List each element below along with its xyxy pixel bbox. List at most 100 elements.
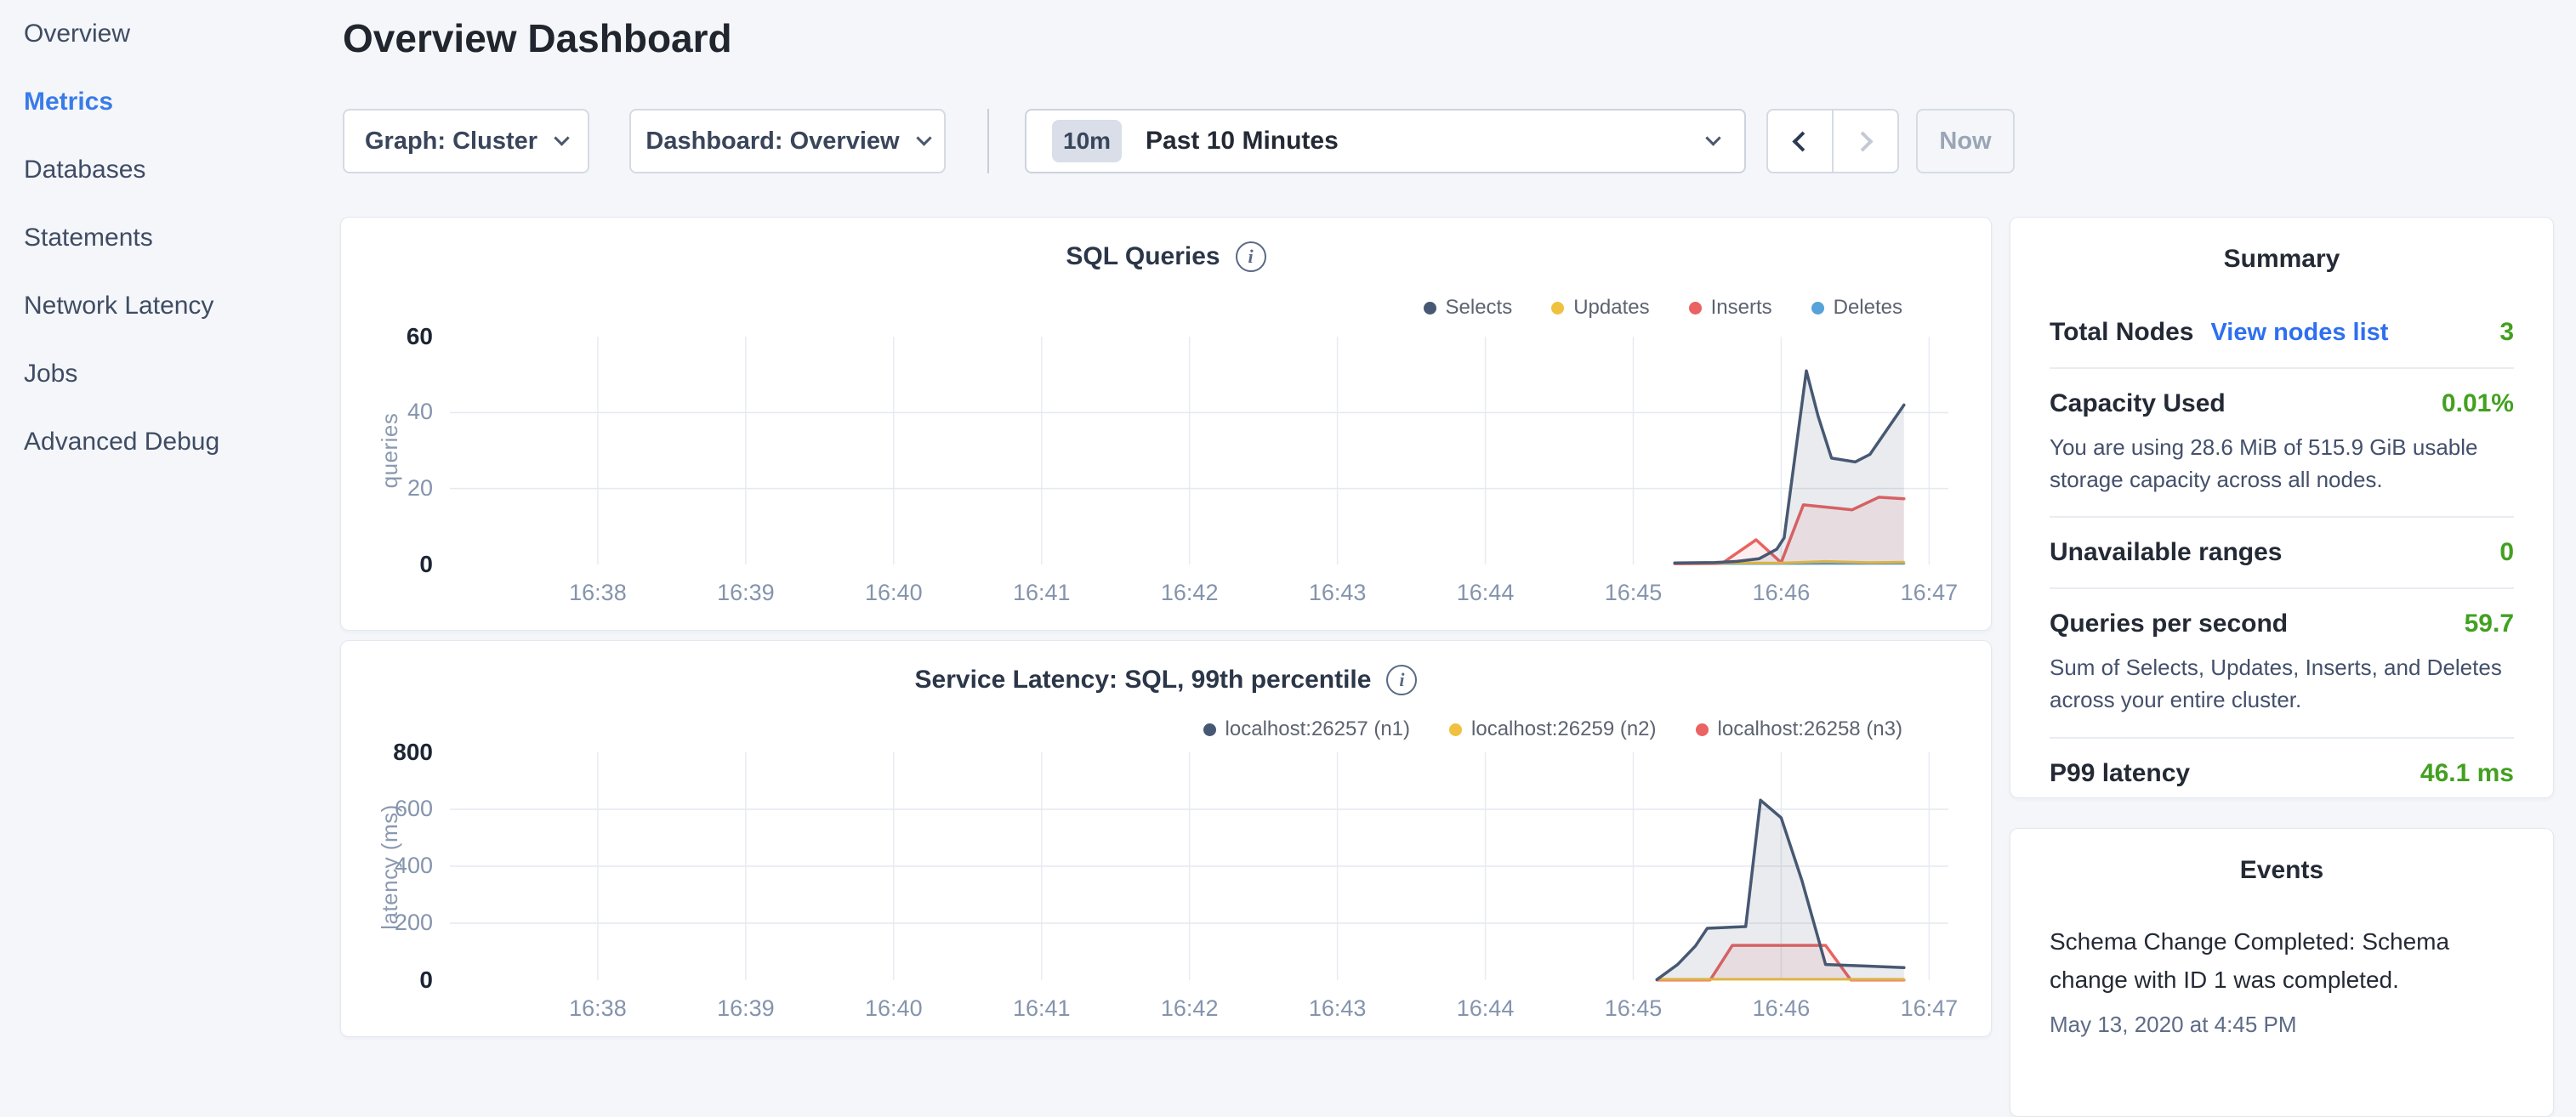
chevron-right-icon [1852,131,1873,151]
legend-label: localhost:26259 (n2) [1471,717,1656,741]
chart-title: SQL Queries [1066,242,1220,271]
summary-label: Unavailable ranges [2050,538,2282,567]
events-title: Events [2010,856,2553,885]
summary-row-total-nodes: Total Nodes View nodes list 3 [2050,298,2514,369]
legend-dot-icon [1811,302,1824,315]
legend-dot-icon [1696,723,1709,736]
time-range-selector[interactable]: 10m Past 10 Minutes [1025,109,1746,173]
summary-value: 0.01% [2442,389,2514,418]
summary-row-p99-latency: P99 latency 46.1 ms [2050,739,2514,808]
sidebar-item-databases[interactable]: Databases [24,136,317,204]
legend-dot-icon [1551,302,1564,315]
event-message: Schema Change Completed: Schema change w… [2050,922,2514,1000]
legend-label: Updates [1573,296,1649,320]
chart-canvas [450,337,1948,564]
time-range-badge: 10m [1052,120,1122,162]
legend-item: localhost:26258 (n3) [1696,717,1902,741]
summary-label: Total Nodes [2050,318,2193,347]
sidebar-item-jobs[interactable]: Jobs [24,340,317,408]
sql-queries-plot[interactable]: 16:3816:3916:4016:4116:4216:4316:4416:45… [450,337,1948,564]
legend-label: Deletes [1834,296,1902,320]
y-tick-label: 0 [356,551,433,578]
now-button[interactable]: Now [1916,109,2015,173]
sql-queries-chart-card: SQL Queries i Selects Updates Inserts Delet… [340,217,1992,631]
summary-value: 46.1 ms [2420,759,2514,788]
x-tick-label: 16:45 [1578,580,1689,606]
dashboard-dropdown-label: Dashboard: Overview [645,128,899,156]
prev-time-button[interactable] [1766,109,1833,173]
view-nodes-link[interactable]: View nodes list [2210,319,2388,347]
time-pager [1766,109,1899,173]
x-tick-label: 16:43 [1282,995,1393,1022]
summary-subtext: Sum of Selects, Updates, Inserts, and De… [2050,652,2514,716]
legend-dot-icon [1424,302,1436,315]
sidebar-item-advanced-debug[interactable]: Advanced Debug [24,408,317,476]
summary-subtext: You are using 28.6 MiB of 515.9 GiB usab… [2050,432,2514,496]
graph-dropdown[interactable]: Graph: Cluster [343,109,589,173]
y-tick-label: 0 [356,967,433,994]
legend-label: localhost:26258 (n3) [1718,717,1902,741]
y-axis-title: queries [377,357,404,544]
x-tick-label: 16:47 [1874,580,1984,606]
summary-label: Queries per second [2050,610,2288,638]
legend-dot-icon [1449,723,1462,736]
chevron-down-icon [916,130,931,145]
toolbar-divider [987,109,989,173]
chart-legend: Selects Updates Inserts Deletes [1424,296,1903,320]
now-button-label: Now [1939,128,1991,156]
info-icon[interactable]: i [1386,665,1417,695]
x-tick-label: 16:43 [1282,580,1393,606]
legend-item: Deletes [1811,296,1902,320]
summary-value: 59.7 [2465,610,2514,638]
x-tick-label: 16:41 [987,580,1097,606]
chart-legend: localhost:26257 (n1) localhost:26259 (n2)… [1203,717,1902,741]
x-tick-label: 16:42 [1134,580,1245,606]
y-tick-label: 40 [356,399,433,425]
x-tick-label: 16:38 [543,995,653,1022]
sidebar-nav: OverviewMetricsDatabasesStatementsNetwor… [24,0,317,476]
y-tick-label: 800 [356,739,433,766]
time-range-label: Past 10 Minutes [1146,127,1339,156]
y-tick-label: 200 [356,910,433,936]
x-tick-label: 16:42 [1134,995,1245,1022]
sidebar-item-statements[interactable]: Statements [24,204,317,272]
y-tick-label: 20 [356,475,433,502]
x-tick-label: 16:45 [1578,995,1689,1022]
service-latency-plot[interactable]: 16:3816:3916:4016:4116:4216:4316:4416:45… [450,752,1948,980]
y-tick-label: 400 [356,853,433,879]
legend-dot-icon [1203,723,1216,736]
legend-item: localhost:26257 (n1) [1203,717,1410,741]
chevron-left-icon [1792,131,1812,151]
x-tick-label: 16:40 [839,580,949,606]
sidebar-item-metrics[interactable]: Metrics [24,68,317,136]
summary-row-capacity-used: Capacity Used 0.01% You are using 28.6 M… [2050,369,2514,518]
legend-label: Inserts [1711,296,1772,320]
graph-dropdown-label: Graph: Cluster [365,128,537,156]
summary-row-unavailable-ranges: Unavailable ranges 0 [2050,518,2514,589]
sidebar-item-overview[interactable]: Overview [24,0,317,68]
x-tick-label: 16:39 [691,580,801,606]
chart-title-row: Service Latency: SQL, 99th percentile i [341,665,1991,695]
sidebar-item-network-latency[interactable]: Network Latency [24,272,317,340]
chart-title: Service Latency: SQL, 99th percentile [915,666,1372,695]
x-tick-label: 16:46 [1726,995,1836,1022]
info-icon[interactable]: i [1236,241,1266,272]
legend-item: Inserts [1689,296,1772,320]
y-tick-label: 600 [356,796,433,822]
x-tick-label: 16:40 [839,995,949,1022]
legend-item: localhost:26259 (n2) [1449,717,1656,741]
x-tick-label: 16:44 [1430,995,1541,1022]
x-tick-label: 16:47 [1874,995,1984,1022]
legend-item: Selects [1424,296,1513,320]
summary-title: Summary [2010,245,2553,274]
summary-row-queries-per-second: Queries per second 59.7 Sum of Selects, … [2050,589,2514,738]
chart-canvas [450,752,1948,980]
x-tick-label: 16:44 [1430,580,1541,606]
events-panel: Events Schema Change Completed: Schema c… [2010,828,2554,1117]
next-time-button[interactable] [1833,109,1899,173]
service-latency-chart-card: Service Latency: SQL, 99th percentile i … [340,640,1992,1037]
chevron-down-icon [554,130,569,145]
dashboard-dropdown[interactable]: Dashboard: Overview [629,109,946,173]
summary-label: Capacity Used [2050,389,2226,418]
summary-value: 0 [2499,538,2514,567]
